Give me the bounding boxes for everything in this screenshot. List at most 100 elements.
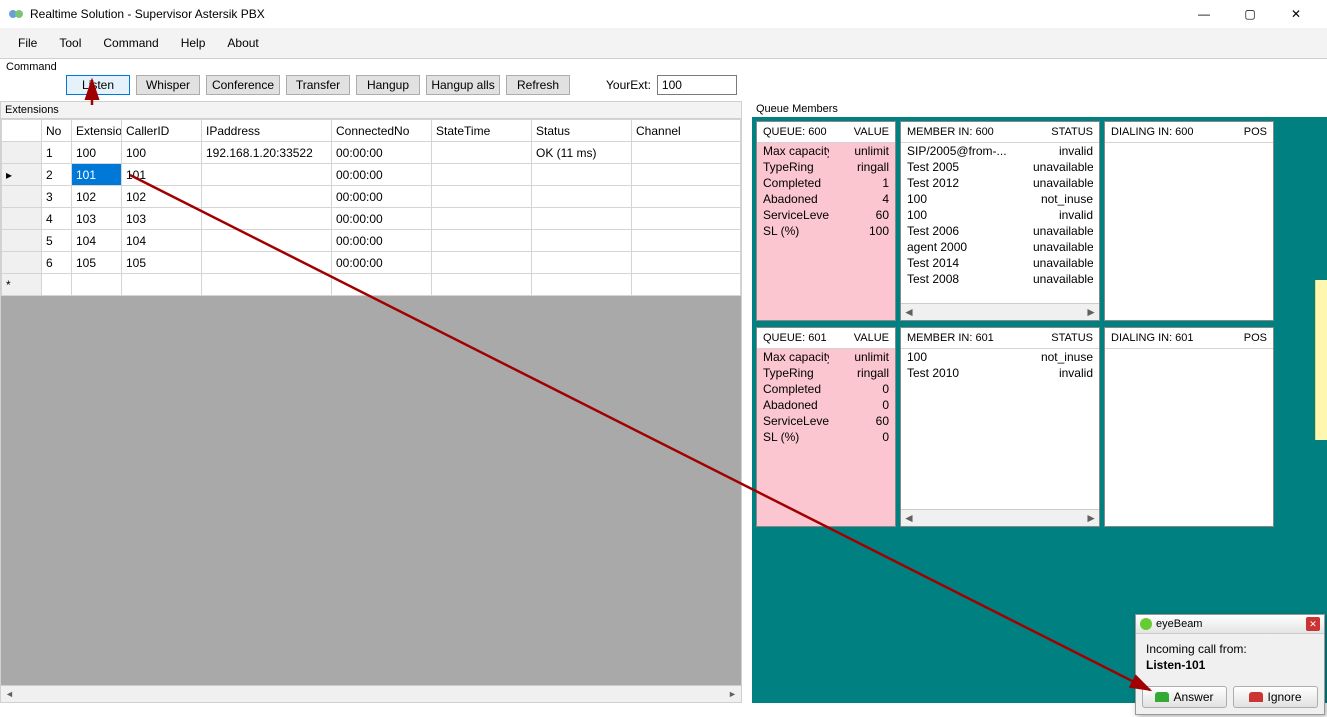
member-row[interactable]: Test 2008unavailable	[901, 271, 1099, 287]
cell-callerid[interactable]: 103	[122, 208, 202, 230]
cell-no[interactable]: 4	[42, 208, 72, 230]
col-extension[interactable]: Extension	[72, 120, 122, 142]
minimize-button[interactable]: —	[1181, 0, 1227, 28]
value-header[interactable]: VALUE	[845, 328, 895, 348]
dialing-header[interactable]: DIALING IN: 600	[1105, 122, 1233, 142]
table-row[interactable]: 510410400:00:00	[2, 230, 741, 252]
table-row[interactable]: 1100100192.168.1.20:3352200:00:00OK (11 …	[2, 142, 741, 164]
queue-stat-row[interactable]: Max capacityunlimit	[757, 143, 895, 159]
cell-status[interactable]	[532, 208, 632, 230]
transfer-button[interactable]: Transfer	[286, 75, 350, 95]
cell-channel[interactable]	[632, 142, 741, 164]
table-row[interactable]: 410310300:00:00	[2, 208, 741, 230]
menu-help[interactable]: Help	[171, 32, 216, 54]
maximize-button[interactable]: ▢	[1227, 0, 1273, 28]
cell-statetime[interactable]	[432, 142, 532, 164]
row-header[interactable]	[2, 142, 42, 164]
refresh-button[interactable]: Refresh	[506, 75, 570, 95]
cell-no[interactable]: 3	[42, 186, 72, 208]
menu-command[interactable]: Command	[93, 32, 168, 54]
col-connectedno[interactable]: ConnectedNo	[332, 120, 432, 142]
panel-scrollbar[interactable]: ◄►	[901, 303, 1099, 320]
extensions-grid[interactable]: No Extension CallerID IPaddress Connecte…	[1, 119, 741, 296]
cell-statetime[interactable]	[432, 208, 532, 230]
queue-stat-row[interactable]: Abadoned4	[757, 191, 895, 207]
table-row[interactable]: 310210200:00:00	[2, 186, 741, 208]
panel-scrollbar[interactable]: ◄►	[901, 509, 1099, 526]
cell-channel[interactable]	[632, 186, 741, 208]
queue-stat-row[interactable]: TypeRingringall	[757, 365, 895, 381]
cell-extension[interactable]: 105	[72, 252, 122, 274]
cell-ipaddress[interactable]	[202, 164, 332, 186]
member-row[interactable]: 100not_inuse	[901, 191, 1099, 207]
cell-extension[interactable]: 104	[72, 230, 122, 252]
scroll-right-icon[interactable]: ►	[1085, 511, 1097, 525]
cell-callerid[interactable]: 100	[122, 142, 202, 164]
value-header[interactable]: VALUE	[845, 122, 895, 142]
cell-channel[interactable]	[632, 208, 741, 230]
cell-status[interactable]	[532, 186, 632, 208]
queue-stat-row[interactable]: Completed1	[757, 175, 895, 191]
scroll-right-icon[interactable]: ►	[724, 686, 741, 703]
table-row-new[interactable]: *	[2, 274, 741, 296]
menu-tool[interactable]: Tool	[49, 32, 91, 54]
dialing-header[interactable]: DIALING IN: 601	[1105, 328, 1233, 348]
cell-callerid[interactable]: 104	[122, 230, 202, 252]
cell-ipaddress[interactable]	[202, 186, 332, 208]
cell-statetime[interactable]	[432, 230, 532, 252]
member-row[interactable]: 100not_inuse	[901, 349, 1099, 365]
cell-ipaddress[interactable]: 192.168.1.20:33522	[202, 142, 332, 164]
member-row[interactable]: Test 2010invalid	[901, 365, 1099, 381]
cell-connectedno[interactable]: 00:00:00	[332, 230, 432, 252]
scroll-left-icon[interactable]: ◄	[903, 511, 915, 525]
member-row[interactable]: Test 2012unavailable	[901, 175, 1099, 191]
cell-connectedno[interactable]: 00:00:00	[332, 164, 432, 186]
cell-ipaddress[interactable]	[202, 252, 332, 274]
member-header[interactable]: MEMBER IN: 601	[901, 328, 1029, 348]
queue-stat-row[interactable]: SL (%)0	[757, 429, 895, 445]
queue-stat-row[interactable]: TypeRingringall	[757, 159, 895, 175]
hangupalls-button[interactable]: Hangup alls	[426, 75, 500, 95]
queue-header[interactable]: QUEUE: 600	[757, 122, 845, 142]
cell-statetime[interactable]	[432, 164, 532, 186]
member-row[interactable]: Test 2006unavailable	[901, 223, 1099, 239]
col-statetime[interactable]: StateTime	[432, 120, 532, 142]
member-row[interactable]: agent 2000unavailable	[901, 239, 1099, 255]
queue-stat-row[interactable]: ServiceLevel...60	[757, 207, 895, 223]
cell-no[interactable]: 5	[42, 230, 72, 252]
cell-status[interactable]	[532, 230, 632, 252]
cell-channel[interactable]	[632, 230, 741, 252]
cell-status[interactable]: OK (11 ms)	[532, 142, 632, 164]
status-header[interactable]: STATUS	[1029, 328, 1099, 348]
cell-no[interactable]: 6	[42, 252, 72, 274]
cell-statetime[interactable]	[432, 252, 532, 274]
queue-stat-row[interactable]: Abadoned0	[757, 397, 895, 413]
table-row[interactable]: 610510500:00:00	[2, 252, 741, 274]
col-ipaddress[interactable]: IPaddress	[202, 120, 332, 142]
horizontal-scrollbar[interactable]: ◄ ►	[1, 685, 741, 702]
cell-callerid[interactable]: 101	[122, 164, 202, 186]
pos-header[interactable]: POS	[1233, 122, 1273, 142]
table-row[interactable]: ▸210110100:00:00	[2, 164, 741, 186]
cell-status[interactable]	[532, 164, 632, 186]
queue-stat-row[interactable]: SL (%)100	[757, 223, 895, 239]
queue-header[interactable]: QUEUE: 601	[757, 328, 845, 348]
cell-callerid[interactable]: 105	[122, 252, 202, 274]
conference-button[interactable]: Conference	[206, 75, 280, 95]
row-header[interactable]	[2, 252, 42, 274]
cell-no[interactable]: 1	[42, 142, 72, 164]
cell-status[interactable]	[532, 252, 632, 274]
cell-extension[interactable]: 100	[72, 142, 122, 164]
menu-file[interactable]: File	[8, 32, 47, 54]
col-no[interactable]: No	[42, 120, 72, 142]
cell-connectedno[interactable]: 00:00:00	[332, 186, 432, 208]
col-channel[interactable]: Channel	[632, 120, 741, 142]
ignore-button[interactable]: Ignore	[1233, 686, 1318, 708]
whisper-button[interactable]: Whisper	[136, 75, 200, 95]
member-row[interactable]: Test 2005unavailable	[901, 159, 1099, 175]
queue-stat-row[interactable]: Completed0	[757, 381, 895, 397]
popup-close-icon[interactable]: ✕	[1306, 617, 1320, 631]
cell-channel[interactable]	[632, 164, 741, 186]
row-header[interactable]: ▸	[2, 164, 42, 186]
row-header[interactable]	[2, 230, 42, 252]
